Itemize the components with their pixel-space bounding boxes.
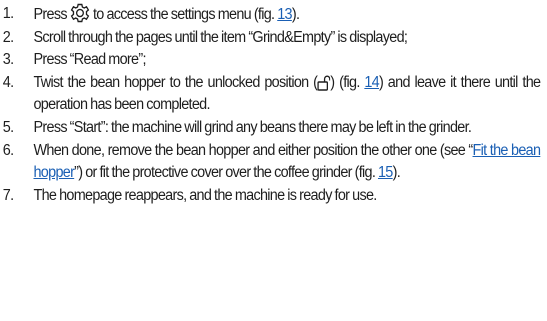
settings-gear-icon bbox=[70, 3, 90, 23]
step-number: 1. bbox=[2, 5, 14, 22]
step-text-segment: When done, remove the bean hopper and ei… bbox=[33, 141, 473, 159]
step-number: 2. bbox=[2, 28, 14, 46]
step-1: 1. Press to access the settings menu (fi… bbox=[0, 3, 544, 27]
instruction-list: 1. Press to access the settings menu (fi… bbox=[0, 0, 547, 207]
step-2: 2. Scroll through the pages until the it… bbox=[0, 27, 544, 50]
step-text: The homepage reappears, and the machine … bbox=[33, 186, 377, 204]
step-6: 6. When done, remove the bean hopper and… bbox=[0, 140, 544, 185]
step-number: 7. bbox=[2, 186, 14, 204]
step-text: Scroll through the pages until the item … bbox=[33, 28, 408, 46]
step-text: Twist the bean hopper to the unlocked po… bbox=[33, 72, 544, 117]
figure-link-13[interactable]: 13 bbox=[277, 6, 292, 23]
step-number: 6. bbox=[2, 141, 14, 159]
step-4: 4. Twist the bean hopper to the unlocked… bbox=[0, 72, 544, 117]
step-text-segment: ). bbox=[291, 6, 300, 23]
step-5: 5. Press “Start”: the machine will grind… bbox=[0, 117, 544, 140]
step-text-segment: ). bbox=[392, 164, 401, 182]
unlocked-padlock-icon bbox=[317, 75, 331, 91]
step-text-segment: Twist the bean hopper to the unlocked po… bbox=[33, 73, 318, 91]
step-text: Press to access the settings menu (fig. … bbox=[33, 3, 544, 27]
step-text-segment: to access the settings menu (fig. bbox=[90, 6, 278, 23]
step-3: 3. Press “Read more”; bbox=[0, 49, 544, 72]
step-number: 5. bbox=[2, 118, 14, 136]
figure-link-15[interactable]: 15 bbox=[378, 164, 393, 181]
step-text: Press “Read more”; bbox=[33, 51, 146, 69]
step-text-segment: ”) or fit the protective cover over the … bbox=[74, 164, 378, 182]
step-text: Press “Start”: the machine will grind an… bbox=[33, 118, 472, 136]
step-text-segment: ) (fig. bbox=[330, 73, 365, 91]
step-7: 7. The homepage reappears, and the machi… bbox=[0, 185, 544, 208]
step-text: When done, remove the bean hopper and ei… bbox=[33, 140, 544, 185]
step-text-segment: Press bbox=[33, 6, 70, 23]
figure-link-14[interactable]: 14 bbox=[364, 74, 379, 91]
step-number: 4. bbox=[2, 73, 14, 91]
step-number: 3. bbox=[2, 51, 14, 69]
